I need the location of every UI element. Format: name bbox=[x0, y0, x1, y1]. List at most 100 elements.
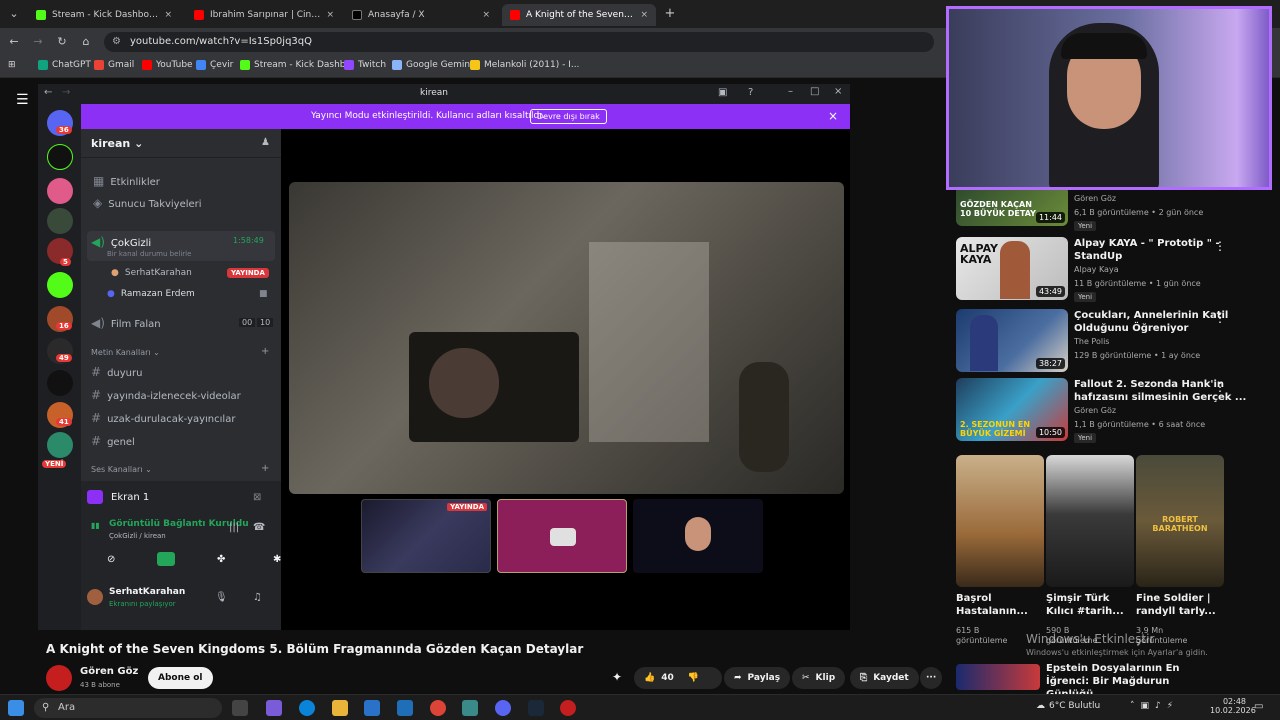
text-channel-duyuru[interactable]: # duyuru bbox=[91, 365, 142, 379]
start-icon[interactable] bbox=[8, 700, 24, 716]
tab-youtube-cin[interactable]: İbrahim Sarıpınar | Cin Çık - Yo × bbox=[186, 4, 342, 26]
outlook-icon[interactable] bbox=[397, 700, 413, 716]
menu-boosts[interactable]: ◈ Sunucu Takviyeleri bbox=[93, 196, 202, 210]
forward-arrow-icon[interactable]: → bbox=[62, 87, 70, 98]
rec-channel[interactable]: Gören Göz bbox=[1074, 194, 1116, 203]
short-title[interactable]: Şimşir Türk Kılıcı #tarih... bbox=[1046, 592, 1130, 618]
taskbar-search[interactable]: ⚲ Ara bbox=[34, 698, 222, 718]
bookmark-cevir[interactable]: Çevir bbox=[196, 60, 233, 70]
rec-thumbnail[interactable]: ALPAY KAYA 43:49 bbox=[956, 237, 1068, 300]
store-icon[interactable] bbox=[364, 700, 380, 716]
add-channel-icon[interactable]: + bbox=[261, 346, 269, 357]
file-explorer-icon[interactable] bbox=[332, 700, 348, 716]
hamburger-menu-icon[interactable]: ☰ bbox=[16, 92, 29, 108]
rec-channel[interactable]: The Polis bbox=[1074, 337, 1109, 346]
bookmark-gemini[interactable]: Google Gemini bbox=[392, 60, 473, 70]
new-tab-button[interactable]: + bbox=[662, 6, 678, 22]
rec-item-0[interactable]: GÖZDEN KAÇAN 10 BÜYÜK DETAY 11:44 Gören … bbox=[956, 186, 1272, 234]
disable-streamer-mode-button[interactable]: Devre dışı bırak bbox=[530, 109, 607, 124]
server-10[interactable] bbox=[47, 432, 73, 458]
stream-thumbnail-user[interactable] bbox=[633, 499, 763, 573]
rec-thumbnail[interactable]: 38:27 bbox=[956, 309, 1068, 372]
site-info-icon[interactable]: ⚙ bbox=[112, 32, 121, 52]
activities-icon[interactable]: ✤ bbox=[217, 554, 225, 565]
category-text-channels[interactable]: Metin Kanalları ⌄ bbox=[91, 348, 160, 357]
voice-channel-status[interactable]: Bir kanal durumu belirle bbox=[107, 250, 191, 258]
obs-icon[interactable] bbox=[560, 700, 576, 716]
minimize-icon[interactable]: – bbox=[788, 86, 793, 97]
subscribe-button[interactable]: Abone ol bbox=[148, 667, 213, 689]
connection-channel[interactable]: ÇokGizli / kirean bbox=[109, 532, 166, 540]
bookmark-chatgpt[interactable]: ChatGPT bbox=[38, 60, 91, 70]
voice-user-serhat[interactable]: ● SerhatKarahan bbox=[111, 268, 192, 278]
text-channel-videos[interactable]: # yayında-izlenecek-videolar bbox=[91, 388, 241, 402]
clock[interactable]: 02:48 10.02.2026 bbox=[1210, 697, 1256, 715]
connection-status[interactable]: Görüntülü Bağlantı Kuruldu bbox=[109, 519, 249, 529]
screen-share-row[interactable]: Ekran 1 bbox=[87, 490, 149, 504]
save-button[interactable]: ⎘ Kaydet bbox=[850, 667, 919, 689]
channel-name[interactable]: Gören Göz bbox=[80, 666, 138, 677]
server-2[interactable] bbox=[47, 178, 73, 204]
share-button[interactable]: ➦ Paylaş bbox=[724, 667, 791, 689]
clip-button[interactable]: ✂ Klip bbox=[792, 667, 846, 689]
user-avatar[interactable] bbox=[87, 589, 103, 608]
tray-icons[interactable]: ˄▣♪⚡ bbox=[1130, 701, 1179, 711]
chrome-icon[interactable] bbox=[430, 700, 446, 716]
server-3[interactable] bbox=[47, 208, 73, 234]
rec-item-1[interactable]: ALPAY KAYA 43:49 Alpay KAYA - " Prototip… bbox=[956, 237, 1272, 303]
discord-icon[interactable] bbox=[495, 700, 511, 716]
like-icon[interactable]: 👍 bbox=[644, 673, 655, 683]
server-kirean[interactable] bbox=[47, 144, 73, 170]
short-thumbnail-2[interactable]: ROBERT BARATHEON bbox=[1136, 455, 1224, 587]
headphones-icon[interactable]: ♫ bbox=[253, 592, 262, 603]
main-stream-video[interactable] bbox=[289, 182, 844, 494]
short-thumbnail-0[interactable] bbox=[956, 455, 1044, 587]
close-icon[interactable]: × bbox=[164, 10, 172, 20]
tab-knight[interactable]: A Knight of the Seven Kingdoms × bbox=[502, 4, 656, 26]
back-icon[interactable]: ← bbox=[6, 34, 22, 50]
rec-thumbnail-last[interactable] bbox=[956, 664, 1040, 690]
app-icon[interactable] bbox=[462, 700, 478, 716]
dislike-icon[interactable]: 👎 bbox=[688, 673, 699, 683]
steam-icon[interactable] bbox=[528, 700, 544, 716]
close-icon[interactable]: × bbox=[482, 10, 490, 20]
channel-avatar[interactable] bbox=[46, 665, 72, 691]
stream-thumbnail-screen[interactable]: YAYINDA bbox=[361, 499, 491, 573]
screen-share-toggle-icon[interactable] bbox=[157, 552, 175, 566]
back-arrow-icon[interactable]: ← bbox=[44, 87, 52, 98]
close-icon[interactable]: × bbox=[640, 10, 648, 20]
bookmark-twitch[interactable]: Twitch bbox=[344, 60, 386, 70]
task-view-icon[interactable] bbox=[232, 700, 248, 716]
address-bar[interactable]: ⚙ youtube.com/watch?v=Is1Sp0jq3qQ bbox=[104, 32, 934, 52]
edge-icon[interactable] bbox=[299, 700, 315, 716]
server-megabonk[interactable] bbox=[47, 370, 73, 396]
reload-icon[interactable]: ↻ bbox=[54, 34, 70, 50]
help-icon[interactable]: ? bbox=[748, 87, 753, 98]
bookmark-gmail[interactable]: Gmail bbox=[94, 60, 134, 70]
voice-channel-name[interactable]: ◀) ÇokGizli bbox=[91, 235, 151, 249]
sparkle-icon[interactable]: ✦ bbox=[612, 670, 622, 684]
server-name-header[interactable]: kirean ⌄ bbox=[91, 137, 143, 150]
more-vert-icon[interactable]: ⋮ bbox=[1214, 380, 1226, 394]
mic-icon[interactable]: 🎙 bbox=[215, 592, 228, 603]
home-icon[interactable]: ⌂ bbox=[78, 34, 94, 50]
apps-icon[interactable]: ⊞ bbox=[8, 60, 16, 70]
voice-channel-film[interactable]: ◀) Film Falan bbox=[91, 316, 161, 330]
server-kick[interactable] bbox=[47, 272, 73, 298]
bookmark-melankoli[interactable]: Melankoli (2011) - I... bbox=[470, 60, 579, 70]
bookmark-youtube[interactable]: YouTube bbox=[142, 60, 193, 70]
tab-x[interactable]: Anasayfa / X × bbox=[344, 4, 498, 26]
rec-thumbnail[interactable]: 2. SEZONUN EN BÜYÜK GİZEMİ 10:50 bbox=[956, 378, 1068, 441]
rec-item-3[interactable]: 2. SEZONUN EN BÜYÜK GİZEMİ 10:50 Fallout… bbox=[956, 378, 1272, 444]
text-channel-genel[interactable]: # genel bbox=[91, 434, 135, 448]
rec-thumbnail[interactable]: GÖZDEN KAÇAN 10 BÜYÜK DETAY 11:44 bbox=[956, 186, 1068, 226]
stop-share-icon[interactable]: ⊠ bbox=[253, 492, 261, 503]
close-icon[interactable]: × bbox=[834, 86, 842, 97]
disconnect-icon[interactable]: ☎ bbox=[253, 522, 265, 533]
close-banner-icon[interactable]: × bbox=[828, 109, 838, 123]
voice-user-ramazan[interactable]: ● Ramazan Erdem bbox=[107, 289, 195, 299]
more-vert-icon[interactable]: ⋮ bbox=[1214, 311, 1226, 325]
close-icon[interactable]: × bbox=[326, 10, 334, 20]
rec-item-2[interactable]: 38:27 Çocukları, Annelerinin Katil Olduğ… bbox=[956, 309, 1272, 375]
rec-channel[interactable]: Gören Göz bbox=[1074, 406, 1116, 415]
